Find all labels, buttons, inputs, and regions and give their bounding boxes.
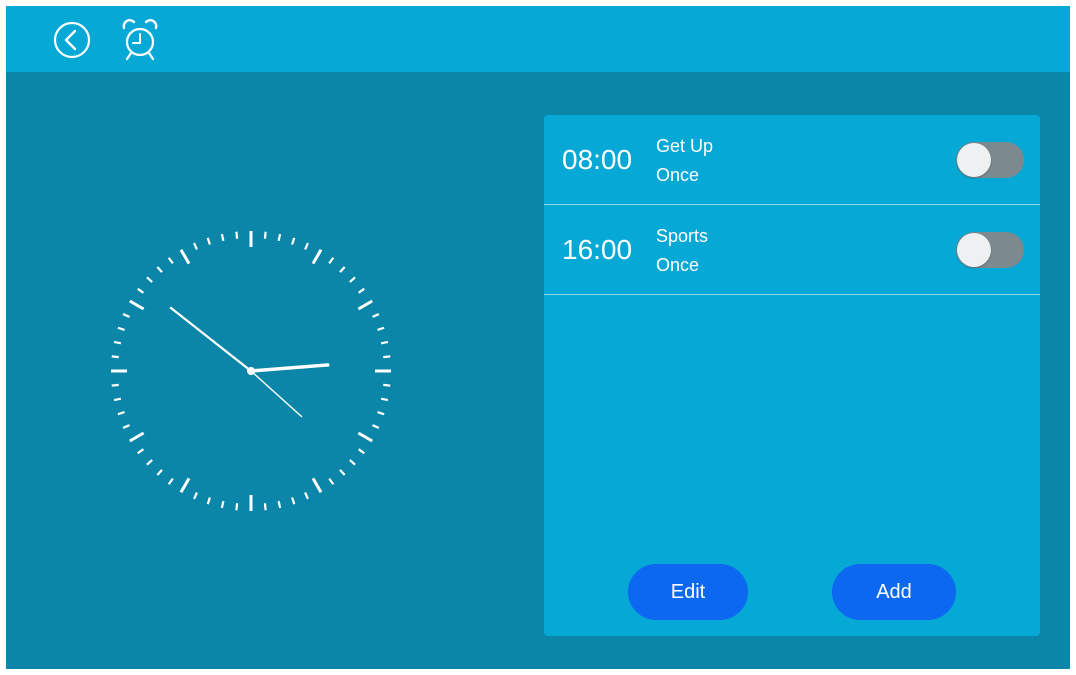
clock-minute-tick [193,492,198,500]
clock-minute-tick [206,237,211,245]
add-button[interactable]: Add [832,564,956,620]
alarm-clock-icon [122,19,158,61]
clock-minute-tick [122,424,130,429]
back-icon[interactable] [52,20,92,60]
alarm-toggle-sports[interactable] [956,232,1024,268]
toggle-knob [957,233,991,267]
top-bar [6,6,1070,72]
clock-minute-tick [235,503,239,511]
clock-minute-tick [117,411,125,416]
clock-minute-tick [383,383,391,387]
clock-minute-tick [377,326,385,331]
hour-hand [249,363,330,373]
clock-minute-tick [146,459,153,466]
clock-minute-tick [167,477,174,485]
clock-hour-tick [311,477,323,493]
analog-clock [111,231,391,511]
clock-minute-tick [220,500,225,509]
alarm-toggle-get-up[interactable] [956,142,1024,178]
clock-hour-tick [311,249,323,265]
alarm-list-panel: 08:00 Get Up Once 16:00 Sports Once Edit… [544,115,1040,636]
clock-minute-tick [277,500,282,509]
alarm-item-sports[interactable]: 16:00 Sports Once [544,205,1040,295]
alarm-label: Get Up [656,136,714,156]
clock-minute-tick [291,497,296,505]
clock-minute-tick [111,383,119,387]
clock-minute-tick [339,266,346,273]
clock-minute-tick [156,266,163,273]
minute-hand [169,306,253,373]
clock-minute-tick [357,287,365,294]
clock-minute-tick [349,276,356,283]
clock-minute-tick [328,257,335,265]
clock-minute-tick [156,469,163,476]
alarm-repeat: Once [656,165,700,185]
alarm-screen: 08:00 Get Up Once 16:00 Sports Once Edit… [6,6,1070,669]
clock-minute-tick [377,411,385,416]
toggle-knob [957,143,991,177]
clock-minute-tick [137,448,145,455]
clock-minute-tick [263,231,267,239]
clock-minute-tick [328,477,335,485]
clock-minute-tick [372,313,380,318]
second-hand [250,370,303,418]
alarm-time: 16:00 [562,234,633,265]
clock-hour-tick [129,299,145,311]
clock-minute-tick [349,459,356,466]
clock-minute-tick [235,231,239,239]
clock-minute-tick [117,326,125,331]
alarm-time: 08:00 [562,144,633,175]
clock-center-dot [247,367,255,375]
clock-minute-tick [111,355,119,359]
clock-minute-tick [137,287,145,294]
clock-minute-tick [291,237,296,245]
edit-button[interactable]: Edit [628,564,748,620]
clock-minute-tick [304,492,309,500]
clock-minute-tick [339,469,346,476]
alarm-item-get-up[interactable]: 08:00 Get Up Once [544,115,1040,205]
clock-hour-tick [179,249,191,265]
clock-minute-tick [380,397,389,402]
clock-hour-tick [357,299,373,311]
clock-minute-tick [122,313,130,318]
clock-hour-tick [357,431,373,443]
clock-minute-tick [357,448,365,455]
clock-minute-tick [372,424,380,429]
clock-minute-tick [206,497,211,505]
clock-minute-tick [220,233,225,242]
clock-minute-tick [113,397,122,402]
clock-minute-tick [304,242,309,250]
clock-minute-tick [146,276,153,283]
clock-minute-tick [383,355,391,359]
alarm-repeat: Once [656,255,700,275]
clock-minute-tick [380,340,389,345]
clock-minute-tick [277,233,282,242]
clock-minute-tick [263,503,267,511]
clock-minute-tick [167,257,174,265]
clock-minute-tick [193,242,198,250]
clock-minute-tick [113,340,122,345]
clock-hour-tick [129,431,145,443]
alarm-label: Sports [656,226,709,246]
clock-hour-tick [179,477,191,493]
